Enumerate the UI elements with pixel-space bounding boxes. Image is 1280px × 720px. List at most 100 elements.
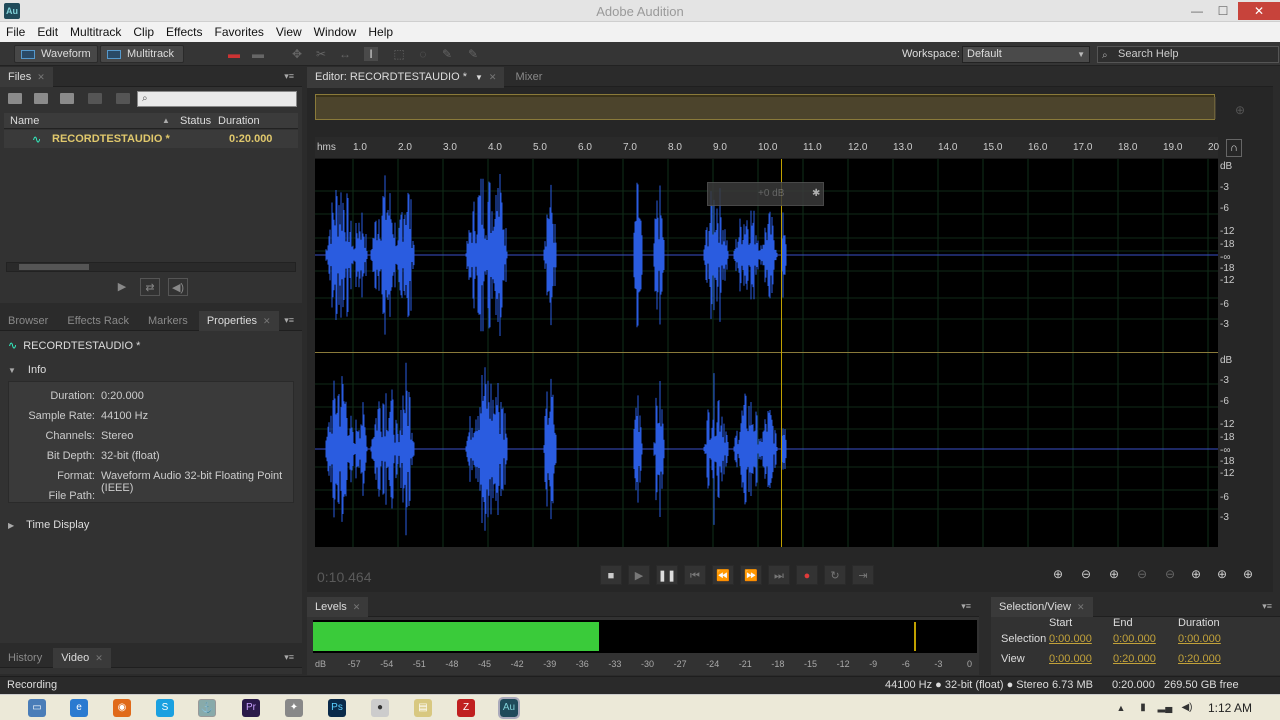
column-duration[interactable]: Duration <box>218 115 260 127</box>
close-icon[interactable]: ✕ <box>1077 602 1085 612</box>
pause-button[interactable]: ❚❚ <box>656 565 678 585</box>
pitch-display-icon[interactable]: ▬ <box>251 47 265 61</box>
volume-icon[interactable]: ◀) <box>1178 699 1196 717</box>
loop-button[interactable]: ↻ <box>824 565 846 585</box>
selection-end[interactable]: 0:00.000 <box>1113 633 1156 645</box>
menu-window[interactable]: Window <box>308 22 363 42</box>
rewind-button[interactable]: ⏪ <box>712 565 734 585</box>
tab-levels[interactable]: Levels ✕ <box>307 597 369 617</box>
razor-tool-icon[interactable]: ✂ <box>314 47 328 61</box>
zoom-full-icon[interactable]: ⊖ <box>1165 567 1175 581</box>
notes-icon[interactable]: ▤ <box>414 699 432 717</box>
menu-clip[interactable]: Clip <box>127 22 160 42</box>
playhead[interactable] <box>780 159 782 547</box>
file-row[interactable]: ∿ RECORDTESTAUDIO * 0:20.000 <box>4 130 298 148</box>
menu-file[interactable]: File <box>0 22 31 42</box>
selection-start[interactable]: 0:00.000 <box>1049 633 1092 645</box>
slip-tool-icon[interactable]: ↔ <box>338 47 352 61</box>
sort-up-icon[interactable]: ▲ <box>162 116 170 125</box>
tab-effects-rack[interactable]: Effects Rack <box>59 311 137 331</box>
close-icon[interactable]: ✕ <box>37 72 45 82</box>
record-button[interactable]: ● <box>796 565 818 585</box>
menu-favorites[interactable]: Favorites <box>209 22 270 42</box>
marquee-tool-icon[interactable]: ⬚ <box>392 47 406 61</box>
panel-menu-icon[interactable]: ▾≡ <box>961 601 971 612</box>
network-app-icon[interactable]: ⚓ <box>198 699 216 717</box>
network-signal-icon[interactable]: ▂▄ <box>1156 699 1174 717</box>
zoom-out-time-icon[interactable]: ⊖ <box>1137 567 1147 581</box>
zoom-out-point-icon[interactable]: ⊕ <box>1217 567 1227 581</box>
skype-icon[interactable]: S <box>156 699 174 717</box>
view-end[interactable]: 0:20.000 <box>1113 653 1156 665</box>
multitrack-view-button[interactable]: Multitrack <box>100 45 184 63</box>
messenger-icon[interactable]: ● <box>371 699 389 717</box>
skip-selection-button[interactable]: ⇥ <box>852 565 874 585</box>
zoom-in-point-icon[interactable]: ⊕ <box>1191 567 1201 581</box>
close-icon[interactable]: ✕ <box>353 602 361 612</box>
filezilla-icon[interactable]: Z <box>457 699 475 717</box>
menu-view[interactable]: View <box>270 22 308 42</box>
tab-markers[interactable]: Markers <box>140 311 196 331</box>
tab-history[interactable]: History <box>0 648 50 668</box>
menu-help[interactable]: Help <box>362 22 399 42</box>
photoshop-icon[interactable]: Ps <box>328 699 346 717</box>
premiere-icon[interactable]: Pr <box>242 699 260 717</box>
column-name[interactable]: Name <box>10 115 39 127</box>
files-search-input[interactable]: ⌕ <box>137 91 297 107</box>
tab-video[interactable]: Video ✕ <box>53 648 111 668</box>
spot-healing-icon[interactable]: ✎ <box>466 47 480 61</box>
time-display-toggle[interactable]: ▶ Time Display <box>8 519 89 531</box>
lasso-tool-icon[interactable]: ◌ <box>416 47 430 61</box>
zoom-in-amplitude-icon[interactable]: ⊕ <box>1053 567 1063 581</box>
tab-files[interactable]: Files ✕ <box>0 67 53 87</box>
view-start[interactable]: 0:00.000 <box>1049 653 1092 665</box>
zoom-selection-icon[interactable]: ⊕ <box>1243 567 1253 581</box>
power-icon[interactable]: ▮ <box>1134 699 1152 717</box>
zoom-in-time-icon[interactable]: ⊕ <box>1109 567 1119 581</box>
close-icon[interactable]: ✕ <box>95 653 103 663</box>
new-file-icon[interactable] <box>60 93 74 104</box>
tab-properties[interactable]: Properties ✕ <box>198 311 279 331</box>
play-preview-icon[interactable]: ▶ <box>112 278 132 296</box>
column-status[interactable]: Status <box>180 115 211 127</box>
show-hidden-icons[interactable]: ▲ <box>1112 699 1130 717</box>
minimize-icon[interactable]: — <box>1184 2 1210 20</box>
info-section-toggle[interactable]: ▼ Info <box>8 364 46 376</box>
overview-view-window[interactable] <box>316 97 1216 119</box>
move-tool-icon[interactable]: ✥ <box>290 47 304 61</box>
view-duration[interactable]: 0:20.000 <box>1178 653 1221 665</box>
app-icon[interactable]: ✦ <box>285 699 303 717</box>
audition-taskbar-icon[interactable]: Au <box>498 697 520 719</box>
tab-selection-view[interactable]: Selection/View ✕ <box>991 597 1093 617</box>
auto-play-icon[interactable]: ◀) <box>168 278 188 296</box>
file-explorer-icon[interactable]: ▭ <box>28 699 46 717</box>
play-button[interactable]: ▶ <box>628 565 650 585</box>
panel-menu-icon[interactable]: ▾≡ <box>284 315 294 326</box>
open-file-icon[interactable] <box>8 93 22 104</box>
menu-edit[interactable]: Edit <box>31 22 64 42</box>
previous-button[interactable]: ⏮ <box>684 565 706 585</box>
maximize-icon[interactable]: ☐ <box>1210 2 1236 20</box>
close-icon[interactable]: ✕ <box>1238 2 1280 20</box>
firefox-icon[interactable]: ◉ <box>113 699 131 717</box>
pin-icon[interactable]: ✱ <box>812 188 820 199</box>
waveform-display[interactable]: +0 dB ✱ <box>315 159 1218 547</box>
files-horizontal-scrollbar[interactable] <box>6 262 296 272</box>
next-button[interactable]: ⏭ <box>768 565 790 585</box>
close-icon[interactable]: ✕ <box>489 72 497 82</box>
menu-multitrack[interactable]: Multitrack <box>64 22 127 42</box>
search-help-input[interactable]: ⌕ Search Help <box>1097 46 1279 63</box>
workspace-select[interactable]: Default ▼ <box>962 46 1090 63</box>
scrollbar-thumb[interactable] <box>19 264 89 270</box>
stop-button[interactable]: ■ <box>600 565 622 585</box>
tab-mixer[interactable]: Mixer <box>508 67 551 87</box>
headphones-icon[interactable]: ∩ <box>1226 139 1242 157</box>
panel-menu-icon[interactable]: ▾≡ <box>1262 601 1272 612</box>
panel-menu-icon[interactable]: ▾≡ <box>284 71 294 82</box>
hud-gain-control[interactable]: +0 dB ✱ <box>707 182 824 206</box>
zoom-overview-icon[interactable]: ⊕ <box>1235 103 1245 117</box>
panel-menu-icon[interactable]: ▾≡ <box>284 652 294 663</box>
selection-duration[interactable]: 0:00.000 <box>1178 633 1221 645</box>
close-icon[interactable]: ✕ <box>263 316 271 326</box>
insert-icon[interactable] <box>88 93 102 104</box>
